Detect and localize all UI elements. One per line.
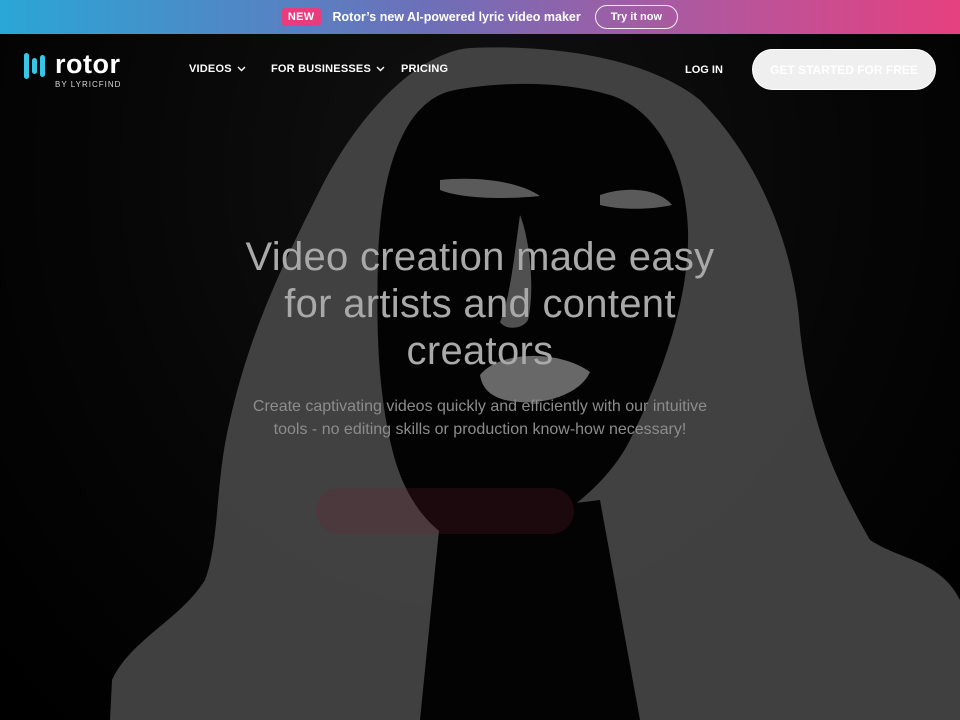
- brand-tagline: BY LYRICFIND: [55, 80, 122, 89]
- login-link[interactable]: LOG IN: [685, 64, 723, 76]
- nav-for-businesses-label: FOR BUSINESSES: [271, 63, 371, 75]
- announcement-text: Rotor’s new AI-powered lyric video maker: [332, 10, 581, 24]
- nav-videos-label: VIDEOS: [189, 63, 232, 75]
- hero-cta-button[interactable]: [316, 488, 574, 534]
- logo-mark-icon: [24, 52, 45, 80]
- hero-headline-line: for artists and content: [284, 282, 676, 326]
- hero-subtext: Create captivating videos quickly and ef…: [200, 395, 760, 441]
- hero-headline-line: Video creation made easy: [245, 235, 715, 279]
- nav-videos[interactable]: VIDEOS: [189, 63, 246, 75]
- get-started-button[interactable]: GET STARTED FOR FREE: [752, 49, 936, 90]
- nav-pricing[interactable]: PRICING: [401, 63, 448, 75]
- hero-background: [0, 34, 960, 720]
- hero-subtext-line: Create captivating videos quickly and ef…: [252, 398, 708, 415]
- chevron-down-icon: [237, 64, 246, 75]
- chevron-down-icon: [376, 64, 385, 75]
- announcement-bar: NEW Rotor’s new AI-powered lyric video m…: [0, 0, 960, 34]
- rotor-logo[interactable]: rotor BY LYRICFIND: [24, 50, 121, 89]
- hero-headline-line: creators: [406, 329, 554, 373]
- nav-for-businesses[interactable]: FOR BUSINESSES: [271, 63, 385, 75]
- nav-pricing-label: PRICING: [401, 63, 449, 75]
- new-badge: NEW: [281, 8, 321, 26]
- hero-headline: Video creation made easy for artists and…: [180, 234, 780, 375]
- hero-subtext-line: tools - no editing skills or production …: [273, 421, 687, 438]
- hero-illustration: [0, 34, 960, 720]
- brand-name: rotor: [55, 49, 121, 79]
- hero-overlay: [0, 34, 960, 720]
- try-it-now-button[interactable]: Try it now: [594, 5, 679, 29]
